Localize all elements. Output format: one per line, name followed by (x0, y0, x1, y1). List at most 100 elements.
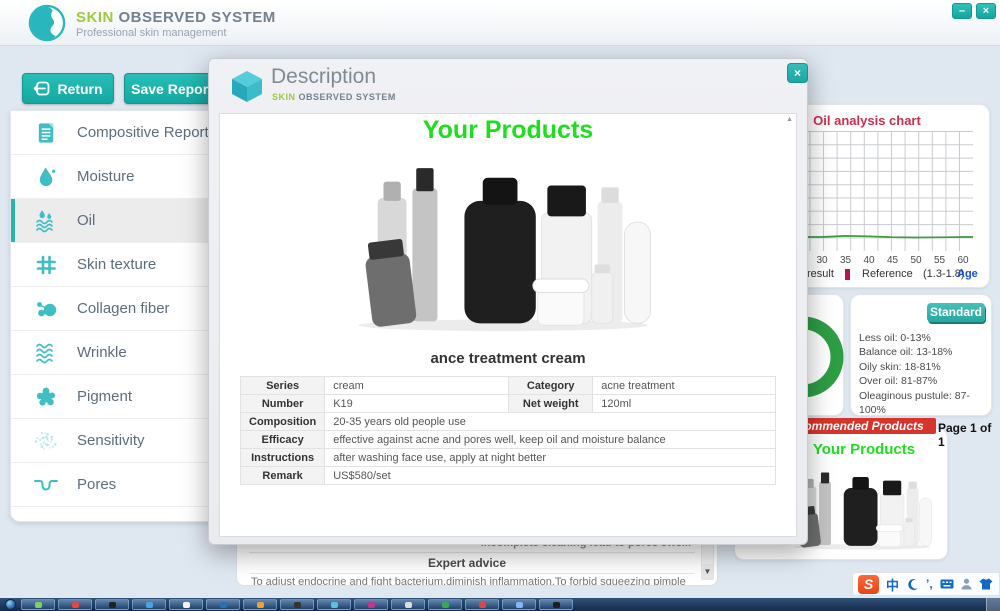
taskbar-app-icon (442, 602, 449, 608)
taskbar-app-button[interactable] (132, 599, 166, 610)
chinese-mode-icon[interactable]: 中 (886, 575, 899, 594)
divider (249, 552, 695, 553)
standard-panel: Standard Less oil: 0-13%Balance oil: 13-… (850, 294, 992, 416)
taskbar-app-button[interactable] (539, 599, 573, 610)
sidebar-item-label: Wrinkle (77, 344, 127, 361)
sidebar-item-oil[interactable]: Oil (11, 199, 225, 243)
x-axis-tick: 35 (840, 255, 851, 266)
taskbar-app-button[interactable] (465, 599, 499, 610)
taskbar-app-icon (479, 602, 486, 608)
taskbar-app-icon (516, 602, 523, 608)
standard-range-line: Less oil: 0-13% (859, 331, 991, 345)
taskbar-app-button[interactable] (354, 599, 388, 610)
save-report-label: Save Report (131, 81, 213, 97)
taskbar-app-button[interactable] (95, 599, 129, 610)
taskbar-app-button[interactable] (391, 599, 425, 610)
start-button[interactable] (5, 599, 16, 610)
taskbar-app-icon (294, 602, 301, 608)
taskbar-app-button[interactable] (280, 599, 314, 610)
scroll-up-arrow-icon[interactable]: ▲ (786, 116, 793, 123)
full-half-moon-icon[interactable] (906, 578, 919, 591)
product-spec-table: SeriescreamCategoryacne treatmentNumberK… (240, 376, 776, 485)
spec-label: Instructions (241, 449, 325, 467)
brand-rest: OBSERVED SYSTEM (119, 9, 276, 26)
save-report-button[interactable]: Save Report (124, 73, 220, 104)
spec-value: acne treatment (593, 377, 776, 395)
brand-subtitle: Professional skin management (76, 27, 226, 39)
scroll-down-arrow-icon[interactable]: ▼ (702, 564, 713, 579)
brand-title: SKIN OBSERVED SYSTEM (76, 9, 276, 26)
table-row: Composition20-35 years old people use (241, 413, 776, 431)
taskbar-app-icon (109, 602, 116, 608)
x-axis-tick: 30 (816, 255, 827, 266)
sidebar-item-label: Oil (77, 212, 95, 229)
return-button[interactable]: Return (22, 73, 114, 104)
brand-skin: SKIN (76, 9, 114, 26)
spec-label: Number (241, 395, 325, 413)
sensitivity-icon (33, 428, 59, 454)
standard-range-line: Oleaginous pustule: 87-100% (859, 389, 991, 418)
expert-advice-heading: Expert advice (237, 556, 697, 570)
close-window-button[interactable]: × (976, 3, 996, 19)
sidebar-item-wrinkle[interactable]: Wrinkle (11, 331, 225, 375)
product-image-caption: Your Products (347, 116, 669, 145)
recommended-product-thumbnail[interactable]: Your Products (789, 439, 939, 557)
minimize-button[interactable]: – (952, 3, 972, 19)
legend-reference-label: Reference (862, 268, 913, 280)
expert-advice-text: To adjust endocrine and fight bacterium,… (251, 576, 701, 586)
standard-badge: Standard (927, 303, 985, 322)
table-row: SeriescreamCategoryacne treatment (241, 377, 776, 395)
table-row: RemarkUS$580/set (241, 467, 776, 485)
legend-age-label: Age (957, 268, 978, 280)
taskbar-app-button[interactable] (428, 599, 462, 610)
taskbar-app-button[interactable] (58, 599, 92, 610)
dialog-brand-rest: OBSERVED SYSTEM (299, 92, 396, 102)
spec-label: Efficacy (241, 431, 325, 449)
sidebar-item-moisture[interactable]: Moisture (11, 155, 225, 199)
taskbar-app-button[interactable] (243, 599, 277, 610)
dialog-close-button[interactable]: × (787, 63, 808, 83)
standard-range-list: Less oil: 0-13%Balance oil: 13-18%Oily s… (859, 331, 991, 417)
cube-icon (229, 68, 265, 104)
description-dialog: Description SKIN OBSERVED SYSTEM × ▲ You… (208, 58, 808, 545)
sidebar-item-label: Collagen fiber (77, 300, 170, 317)
os-taskbar (0, 598, 1000, 611)
standard-range-line: Balance oil: 13-18% (859, 345, 991, 359)
legend-result-label: result (807, 268, 834, 280)
taskbar-app-button[interactable] (21, 599, 55, 610)
user-profile-icon[interactable] (961, 578, 972, 590)
sidebar-item-skin-texture[interactable]: Skin texture (11, 243, 225, 287)
sidebar-item-pores[interactable]: Pores (11, 463, 225, 507)
standard-range-line: Oily skin: 18-81% (859, 360, 991, 374)
sidebar-item-pigment[interactable]: Pigment (11, 375, 225, 419)
standard-range-line: Over oil: 81-87% (859, 374, 991, 388)
moisture-icon (33, 164, 59, 190)
taskbar-app-icon (183, 602, 190, 608)
spec-value: K19 (325, 395, 509, 413)
sidebar-item-sensitivity[interactable]: Sensitivity (11, 419, 225, 463)
sidebar-item-label: Pores (77, 476, 116, 493)
page-indicator: Page 1 of 1 (938, 421, 1000, 449)
sidebar-item-collagen-fiber[interactable]: Collagen fiber (11, 287, 225, 331)
return-label: Return (57, 81, 102, 97)
punctuation-icon[interactable]: ’, (926, 577, 933, 591)
taskbar-app-icon (331, 602, 338, 608)
app-header: SKIN OBSERVED SYSTEM Professional skin m… (0, 0, 1000, 46)
taskbar-app-button[interactable] (502, 599, 536, 610)
sogou-logo-icon[interactable]: S (858, 575, 879, 594)
taskbar-app-button[interactable] (206, 599, 240, 610)
collagen-icon (33, 296, 59, 322)
taskbar-app-icon (553, 602, 560, 608)
soft-keyboard-icon[interactable] (940, 579, 954, 589)
spec-label: Remark (241, 467, 325, 485)
report-icon (33, 120, 59, 146)
spec-value: effective against acne and pores well, k… (325, 431, 776, 449)
dialog-content: ▲ Your Products ance treatment cream Ser… (219, 113, 797, 537)
show-desktop-button[interactable] (986, 598, 1000, 611)
taskbar-app-button[interactable] (317, 599, 351, 610)
dialog-brand-skin: SKIN (272, 92, 296, 102)
taskbar-app-button[interactable] (169, 599, 203, 610)
spec-value: 20-35 years old people use (325, 413, 776, 431)
skin-shirt-icon[interactable] (979, 578, 993, 590)
sidebar-item-compositive-report[interactable]: Compositive Report (11, 111, 225, 155)
